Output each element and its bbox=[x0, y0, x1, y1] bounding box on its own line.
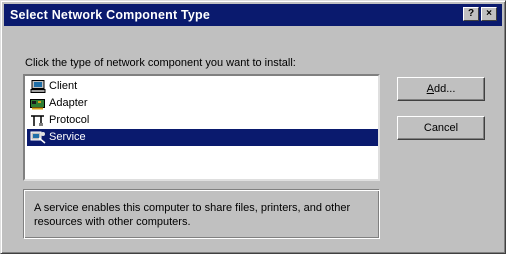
description-text: A service enables this computer to share… bbox=[34, 202, 351, 228]
add-mnemonic: A bbox=[426, 83, 434, 95]
protocol-icon bbox=[31, 115, 44, 126]
description-box: A service enables this computer to share… bbox=[23, 189, 380, 239]
add-button[interactable]: Add... bbox=[397, 77, 485, 101]
list-item-label: Client bbox=[49, 80, 78, 92]
service-icon bbox=[30, 131, 46, 144]
list-item-client[interactable]: Client bbox=[27, 78, 378, 95]
list-item-adapter[interactable]: Adapter bbox=[27, 95, 378, 112]
list-item-label: Service bbox=[49, 131, 86, 143]
select-network-component-dialog: Select Network Component Type ? × Click … bbox=[0, 0, 506, 254]
add-label: dd... bbox=[433, 83, 456, 95]
component-type-list[interactable]: Client Adapter Protocol Service bbox=[23, 74, 380, 181]
help-button[interactable]: ? bbox=[463, 7, 479, 21]
list-item-label: Protocol bbox=[49, 114, 90, 126]
list-item-service[interactable]: Service bbox=[27, 129, 378, 146]
adapter-icon bbox=[30, 99, 45, 110]
window-title: Select Network Component Type bbox=[10, 8, 211, 22]
list-item-label: Adapter bbox=[49, 97, 88, 109]
title-bar[interactable]: Select Network Component Type ? × bbox=[4, 4, 502, 26]
instruction-label: Click the type of network component you … bbox=[25, 57, 296, 69]
close-button[interactable]: × bbox=[481, 7, 497, 21]
cancel-button[interactable]: Cancel bbox=[397, 116, 485, 140]
list-item-protocol[interactable]: Protocol bbox=[27, 112, 378, 129]
client-icon bbox=[30, 80, 46, 93]
